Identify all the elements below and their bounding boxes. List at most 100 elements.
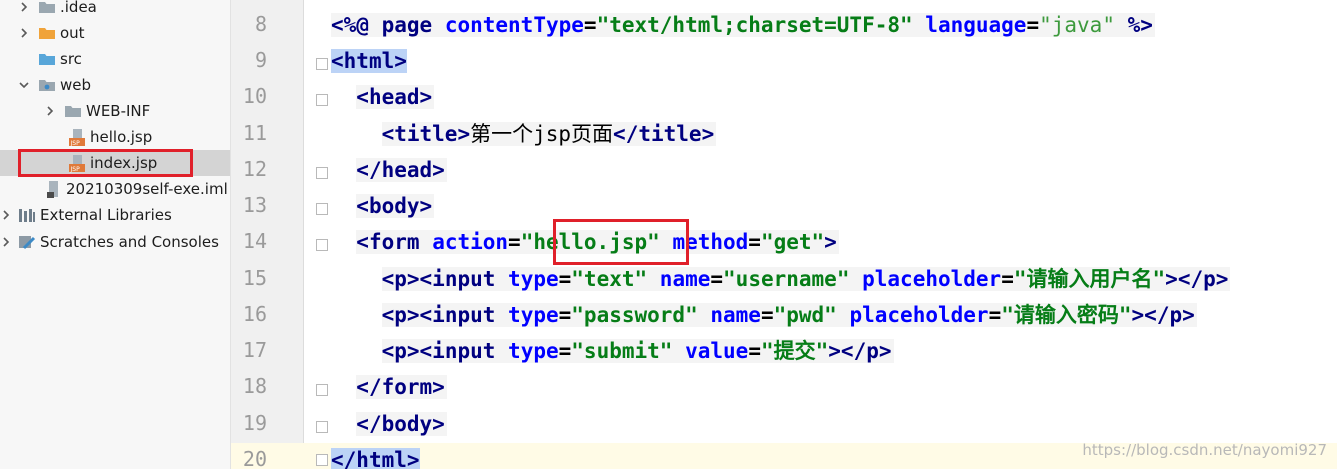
action-highlight-box: [553, 219, 689, 265]
attr-name: language: [925, 13, 1027, 37]
tag-bracket: <: [356, 194, 369, 218]
tag-name: body: [368, 194, 420, 218]
fold-marker[interactable]: [316, 239, 328, 251]
attr-value: "java": [1039, 13, 1115, 37]
chevron-right-icon[interactable]: [0, 209, 12, 221]
p-open-tag: <p>: [381, 267, 420, 291]
attr-name: contentType: [444, 13, 584, 37]
p-close-tag: </p>: [1177, 267, 1229, 291]
fold-marker[interactable]: [316, 58, 328, 70]
line-number: 17: [242, 338, 267, 362]
tree-item-external-libraries[interactable]: External Libraries: [0, 202, 230, 228]
tag-bracket: <: [356, 85, 369, 109]
tag-bracket: </: [356, 158, 382, 182]
fold-marker[interactable]: [316, 203, 328, 215]
code-line-17[interactable]: <p><input type="submit" value="提交"></p>: [331, 336, 894, 366]
jsp-directive-open: <%@: [331, 13, 369, 37]
tag-bracket: >: [1131, 303, 1145, 327]
tree-item-label: 20210309self-exe.iml: [66, 180, 228, 198]
jsp-directive-keyword: page: [381, 13, 433, 37]
attr-name: name: [710, 303, 761, 327]
p-open-tag: <p>: [381, 303, 420, 327]
tree-item-label: src: [60, 50, 82, 68]
tag-bracket: >: [419, 85, 433, 109]
tree-item-web-inf[interactable]: WEB-INF: [0, 98, 230, 124]
tag-name: body: [381, 412, 433, 436]
attr-name: type: [508, 267, 559, 291]
tag-name: title: [638, 122, 702, 146]
fold-marker[interactable]: [316, 421, 328, 433]
equals-sign: =: [508, 230, 521, 254]
tree-item-out[interactable]: out: [0, 20, 230, 46]
tree-item-iml[interactable]: 20210309self-exe.iml: [0, 176, 230, 202]
attr-value: "请输入密码": [1001, 303, 1132, 327]
code-line-10[interactable]: <head>: [331, 82, 435, 112]
selection-highlight-box: [18, 149, 193, 177]
tag-bracket: >: [419, 194, 433, 218]
p-close-tag: </p>: [1144, 303, 1195, 327]
tree-item-web[interactable]: web: [0, 72, 230, 98]
tree-item-idea[interactable]: .idea: [0, 0, 230, 20]
code-line-15[interactable]: <p><input type="text" name="username" pl…: [331, 264, 1231, 294]
tag-bracket: >: [432, 412, 445, 436]
attr-name: value: [685, 339, 749, 363]
tag-bracket: </: [356, 412, 382, 436]
code-line-12[interactable]: </head>: [331, 155, 447, 185]
code-line-11[interactable]: <title>第一个jsp页面</title>: [331, 119, 717, 149]
svg-text:JSP: JSP: [70, 140, 81, 147]
code-editor[interactable]: 8 9 10 11 12 13 14 15 16 17 18 19 20 <%@…: [231, 0, 1337, 469]
equals-sign: =: [748, 230, 761, 254]
line-number: 16: [242, 302, 267, 326]
tree-item-scratches[interactable]: Scratches and Consoles: [0, 229, 230, 255]
code-line-18[interactable]: </form>: [331, 372, 447, 402]
tag-name: html: [356, 448, 407, 469]
line-number: 20: [242, 447, 267, 469]
attr-value: "提交": [760, 339, 829, 363]
tag-bracket: >: [1165, 267, 1178, 291]
tag-bracket: <: [356, 230, 369, 254]
tag-bracket: >: [701, 122, 715, 146]
tag-bracket: >: [457, 122, 471, 146]
attr-value: "username": [723, 267, 850, 291]
attr-name: type: [508, 303, 559, 327]
tag-name: head: [381, 158, 433, 182]
chevron-right-icon[interactable]: [18, 1, 30, 13]
attr-value: "get": [760, 230, 825, 254]
tag-bracket: <: [381, 122, 395, 146]
chevron-right-icon[interactable]: [18, 27, 30, 39]
tree-item-hello-jsp[interactable]: JSP hello.jsp: [0, 124, 230, 150]
tag-name: input: [432, 303, 496, 327]
equals-sign: =: [583, 13, 597, 37]
chevron-right-icon[interactable]: [0, 236, 12, 248]
code-line-19[interactable]: </body>: [331, 409, 447, 439]
code-line-8[interactable]: <%@ page contentType="text/html;charset=…: [331, 10, 1155, 40]
tree-item-label: web: [60, 76, 92, 94]
code-line-13[interactable]: <body>: [331, 191, 435, 221]
tag-bracket: >: [394, 49, 407, 73]
tag-bracket: >: [828, 339, 841, 363]
tag-bracket: >: [432, 158, 445, 182]
iml-file-icon: [44, 181, 62, 198]
fold-marker[interactable]: [316, 167, 328, 179]
attr-value: "text": [571, 267, 648, 291]
line-number: 12: [242, 157, 267, 181]
attr-value: "pwd": [773, 303, 837, 327]
line-number: 11: [242, 121, 267, 145]
tree-item-src[interactable]: src: [0, 46, 230, 72]
tag-name: title: [394, 122, 458, 146]
attr-name: name: [659, 267, 711, 291]
chevron-right-icon[interactable]: [44, 105, 56, 117]
fold-marker[interactable]: [316, 454, 328, 466]
fold-marker[interactable]: [316, 384, 328, 396]
attr-name: action: [432, 230, 509, 254]
code-line-9[interactable]: <html>: [331, 46, 407, 76]
code-line-16[interactable]: <p><input type="password" name="pwd" pla…: [331, 300, 1197, 330]
code-line-20[interactable]: </html>: [331, 445, 420, 469]
libraries-icon: [18, 207, 36, 223]
tree-item-label: hello.jsp: [90, 128, 153, 146]
chevron-down-icon[interactable]: [18, 79, 30, 91]
line-number: 8: [254, 12, 267, 36]
fold-marker[interactable]: [316, 94, 328, 106]
folder-web-icon: [38, 77, 56, 93]
line-number: 18: [242, 374, 267, 398]
